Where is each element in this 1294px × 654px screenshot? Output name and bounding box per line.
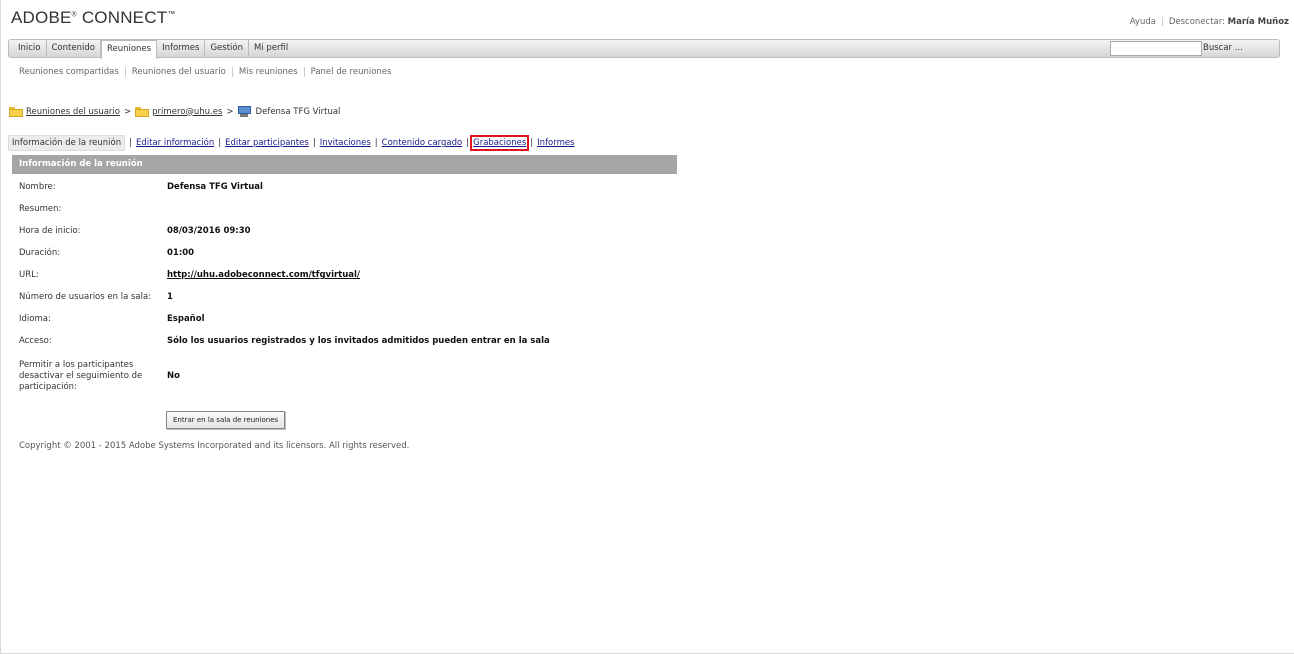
enter-meeting-room-button[interactable]: Entrar en la sala de reuniones — [166, 411, 286, 429]
help-link[interactable]: Ayuda — [1130, 17, 1156, 27]
tab-informacion-de-la-reunion[interactable]: Información de la reunión — [8, 135, 126, 151]
adobe-connect-logo: ADOBE® CONNECT™ — [11, 8, 176, 27]
nav-item-inicio[interactable]: Inicio — [13, 40, 47, 57]
folder-icon — [9, 106, 23, 117]
copyright-text: Copyright © 2001 - 2015 Adobe Systems In… — [19, 441, 410, 451]
tab-informes[interactable]: Informes — [537, 138, 574, 148]
row-label: Hora de inicio: — [19, 226, 81, 236]
meetings-subnav: Reuniones compartidas Reuniones del usua… — [19, 67, 397, 77]
row-label: Permitir a los participantes desactivar … — [19, 360, 143, 392]
row-label: Idioma: — [19, 314, 51, 324]
breadcrumb-current: Defensa TFG Virtual — [255, 106, 341, 117]
tab-separator: | — [312, 138, 316, 148]
row-value: Defensa TFG Virtual — [167, 182, 263, 192]
row-value: 1 — [167, 292, 173, 302]
row-label: Número de usuarios en la sala: — [19, 292, 152, 302]
row-value: Español — [167, 314, 205, 324]
row-label: Duración: — [19, 248, 61, 258]
tab-separator: | — [218, 138, 222, 148]
breadcrumb-user-folder[interactable]: primero@uhu.es — [152, 107, 222, 117]
logout-link[interactable]: Desconectar: — [1169, 17, 1225, 27]
row-label: Acceso: — [19, 336, 52, 346]
user-links: Ayuda | Desconectar: María Muñoz — [1129, 17, 1289, 27]
tab-separator: | — [374, 138, 378, 148]
window-left-border — [0, 0, 1, 654]
row-value: 01:00 — [167, 248, 195, 258]
main-nav-bar: Inicio Contenido Reuniones Informes Gest… — [8, 39, 1280, 59]
subnav-item-panel-de-reuniones[interactable]: Panel de reuniones — [305, 67, 398, 77]
tab-separator: | — [530, 138, 534, 148]
nav-item-contenido[interactable]: Contenido — [47, 40, 101, 57]
row-label: URL: — [19, 270, 39, 280]
user-name: María Muñoz — [1227, 17, 1289, 27]
breadcrumb: Reuniones del usuario > primero@uhu.es >… — [9, 106, 340, 117]
tab-editar-informacion[interactable]: Editar información — [136, 138, 214, 148]
tab-editar-participantes[interactable]: Editar participantes — [225, 138, 309, 148]
subnav-item-reuniones-compartidas[interactable]: Reuniones compartidas — [19, 67, 126, 77]
meeting-url-link[interactable]: http://uhu.adobeconnect.com/tfgvirtual/ — [167, 270, 360, 280]
panel-title: Información de la reunión — [12, 155, 677, 174]
breadcrumb-reuniones-del-usuario[interactable]: Reuniones del usuario — [26, 107, 120, 117]
meeting-tabs: Información de la reunión | Editar infor… — [8, 135, 575, 151]
tab-invitaciones[interactable]: Invitaciones — [320, 138, 371, 148]
row-label: Resumen: — [19, 204, 62, 214]
breadcrumb-separator: > — [226, 106, 234, 117]
tab-separator: | — [129, 138, 132, 148]
row-value: No — [167, 371, 180, 381]
nav-item-reuniones[interactable]: Reuniones — [100, 39, 158, 59]
breadcrumb-separator: > — [124, 106, 132, 117]
subnav-item-reuniones-del-usuario[interactable]: Reuniones del usuario — [126, 67, 233, 77]
tab-grabaciones[interactable]: Grabaciones — [470, 135, 530, 151]
row-value: 08/03/2016 09:30 — [167, 226, 251, 236]
row-value: Sólo los usuarios registrados y los invi… — [167, 336, 550, 346]
search-button[interactable]: Buscar ... — [1203, 40, 1243, 57]
tab-separator: | — [466, 138, 470, 148]
row-label: Nombre: — [19, 182, 56, 192]
nav-item-gestion[interactable]: Gestión — [205, 40, 249, 57]
tab-contenido-cargado[interactable]: Contenido cargado — [382, 138, 463, 148]
subnav-item-mis-reuniones[interactable]: Mis reuniones — [233, 67, 305, 77]
search-input[interactable] — [1110, 41, 1202, 56]
nav-item-informes[interactable]: Informes — [157, 40, 206, 57]
folder-icon — [135, 106, 150, 117]
meeting-room-icon — [237, 106, 252, 117]
nav-item-mi-perfil[interactable]: Mi perfil — [249, 40, 293, 57]
